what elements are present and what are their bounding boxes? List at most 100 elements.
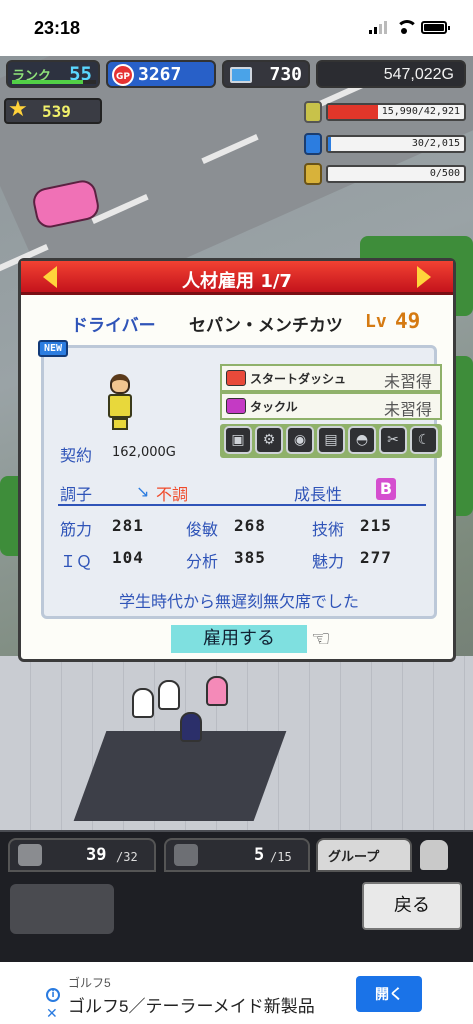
stat-analysis-label: 分析 <box>186 552 219 571</box>
stat-technique-label: 技術 <box>312 520 345 539</box>
staff-count-max: /32 <box>116 850 138 864</box>
gold-display[interactable]: 547,022G <box>316 60 466 88</box>
empty-slot <box>10 884 114 934</box>
battery-icon <box>421 20 450 34</box>
tackle-icon <box>226 398 246 414</box>
resource-bar: 15,990/42,921 <box>326 103 466 121</box>
race-car[interactable] <box>180 712 202 742</box>
ad-title: ゴルフ5／テーラーメイド新製品 <box>68 997 315 1016</box>
staff-name: セパン・メンチカツ <box>189 316 343 336</box>
back-button[interactable]: 戻る <box>362 882 462 930</box>
crew-member[interactable] <box>132 688 154 718</box>
condition-arrow-icon: ↘ <box>136 482 150 501</box>
next-arrow-icon[interactable] <box>417 266 431 288</box>
popularity-display[interactable]: ★ 539 <box>4 97 102 124</box>
resource-text: 0/500 <box>429 168 460 179</box>
contract-label: 契約 <box>60 446 93 465</box>
skill-status: 未習得 <box>383 372 432 391</box>
stat-technique-value: 215 <box>360 516 392 535</box>
resource-text: 30/2,015 <box>411 138 460 149</box>
skill-tackle[interactable]: タックル 未習得 <box>220 392 442 420</box>
character-menu-icon[interactable] <box>420 840 448 870</box>
ad-info-icon[interactable]: i <box>46 988 60 1002</box>
ad-close-icon[interactable]: ✕ <box>46 1006 58 1022</box>
garage-count-value: 5 <box>254 845 265 865</box>
flavor-text: 学生時代から無遅刻無欠席でした <box>118 592 359 611</box>
tire-icon[interactable]: ◉ <box>286 426 314 454</box>
stat-iq-label: ＩＱ <box>60 552 93 571</box>
resource-oil[interactable]: 30/2,015 <box>304 132 466 156</box>
condition-value: 不調 <box>156 485 189 504</box>
crew-member[interactable] <box>206 676 228 706</box>
skill-name: スタートダッシュ <box>250 372 347 386</box>
tab-staff-count[interactable]: 39 /32 <box>8 838 156 872</box>
research-points-display[interactable]: 730 <box>222 60 310 88</box>
resource-bar: 30/2,015 <box>326 135 466 153</box>
tab-garage[interactable]: 5 /15 <box>164 838 310 872</box>
ad-sponsor: ゴルフ5 <box>68 976 111 990</box>
oil-bottle-icon <box>304 133 322 155</box>
gp-coin-icon: GP <box>112 64 134 86</box>
job-title: ドライバー <box>71 316 156 336</box>
stat-charm-label: 魅力 <box>312 552 345 571</box>
staff-count-value: 39 <box>86 845 107 865</box>
ad-banner[interactable]: i ✕ ゴルフ5 ゴルフ5／テーラーメイド新製品 開く <box>0 962 473 1024</box>
equipment-slots: ▣ ⚙ ◉ ▤ ◓ ✂ ☾ <box>220 424 442 458</box>
status-icons <box>369 20 450 34</box>
garage-icon <box>174 844 198 866</box>
resource-grain[interactable]: 0/500 <box>304 162 466 186</box>
crew-member[interactable] <box>158 680 180 710</box>
tab-group[interactable]: グループ <box>316 838 412 872</box>
start-dash-icon <box>226 370 246 386</box>
divider <box>58 504 426 506</box>
tool-icon[interactable]: ✂ <box>379 426 407 454</box>
stat-strength-value: 281 <box>112 516 144 535</box>
crate-icon <box>18 844 42 866</box>
gp-display[interactable]: GP 3267 <box>106 60 216 88</box>
stat-strength-label: 筋力 <box>60 520 93 539</box>
fuel-barrel-icon <box>304 101 322 123</box>
garage-count-max: /15 <box>270 850 292 864</box>
dialog-titlebar: 人材雇用 1/7 <box>21 261 453 295</box>
status-bar: 23:18 <box>0 0 473 56</box>
stat-charm-value: 277 <box>360 548 392 567</box>
moon-icon[interactable]: ☾ <box>410 426 438 454</box>
rank-progress-bar <box>12 80 96 84</box>
gp-value: 3267 <box>138 64 182 85</box>
level-value: 49 <box>395 309 421 333</box>
staff-portrait <box>106 374 134 430</box>
seat-icon[interactable]: ▤ <box>317 426 345 454</box>
dialog-title: 人材雇用 1/7 <box>182 271 292 292</box>
group-label: グループ <box>328 850 380 865</box>
level-label: Lv <box>365 311 387 332</box>
signal-icon <box>369 20 387 34</box>
stat-analysis-value: 385 <box>234 548 266 567</box>
rank-display[interactable]: ランク 55 <box>6 60 100 88</box>
engine-icon[interactable]: ⚙ <box>255 426 283 454</box>
resource-text: 15,990/42,921 <box>381 106 460 117</box>
skill-status: 未習得 <box>383 400 432 419</box>
ad-open-button[interactable]: 開く <box>356 976 422 1012</box>
stat-agility-label: 俊敏 <box>186 520 219 539</box>
new-badge: NEW <box>38 340 69 357</box>
bottom-panel: 39 /32 5 /15 グループ 戻る <box>0 830 473 962</box>
hire-button[interactable]: 雇用する <box>171 625 307 653</box>
resource-fuel[interactable]: 15,990/42,921 <box>304 100 466 124</box>
status-time: 23:18 <box>34 18 81 38</box>
pointing-hand-icon: ☜ <box>311 627 331 652</box>
popularity-value: 539 <box>42 102 71 121</box>
growth-value: B <box>376 478 396 500</box>
computer-icon <box>230 67 252 83</box>
condition-label: 調子 <box>60 485 93 504</box>
grain-icon <box>304 163 322 185</box>
pit-area <box>73 731 287 821</box>
skill-start-dash[interactable]: スタートダッシュ 未習得 <box>220 364 442 392</box>
wifi-icon <box>395 20 418 34</box>
body-icon[interactable]: ▣ <box>224 426 252 454</box>
gold-value: 547,022G <box>383 66 454 83</box>
staff-info-panel: NEW 契約 162,000G スタートダッシュ 未習得 タックル 未習得 ▣ … <box>38 340 442 619</box>
growth-label: 成長性 <box>294 485 343 504</box>
stat-agility-value: 268 <box>234 516 266 535</box>
helmet-icon[interactable]: ◓ <box>348 426 376 454</box>
stat-iq-value: 104 <box>112 548 144 567</box>
